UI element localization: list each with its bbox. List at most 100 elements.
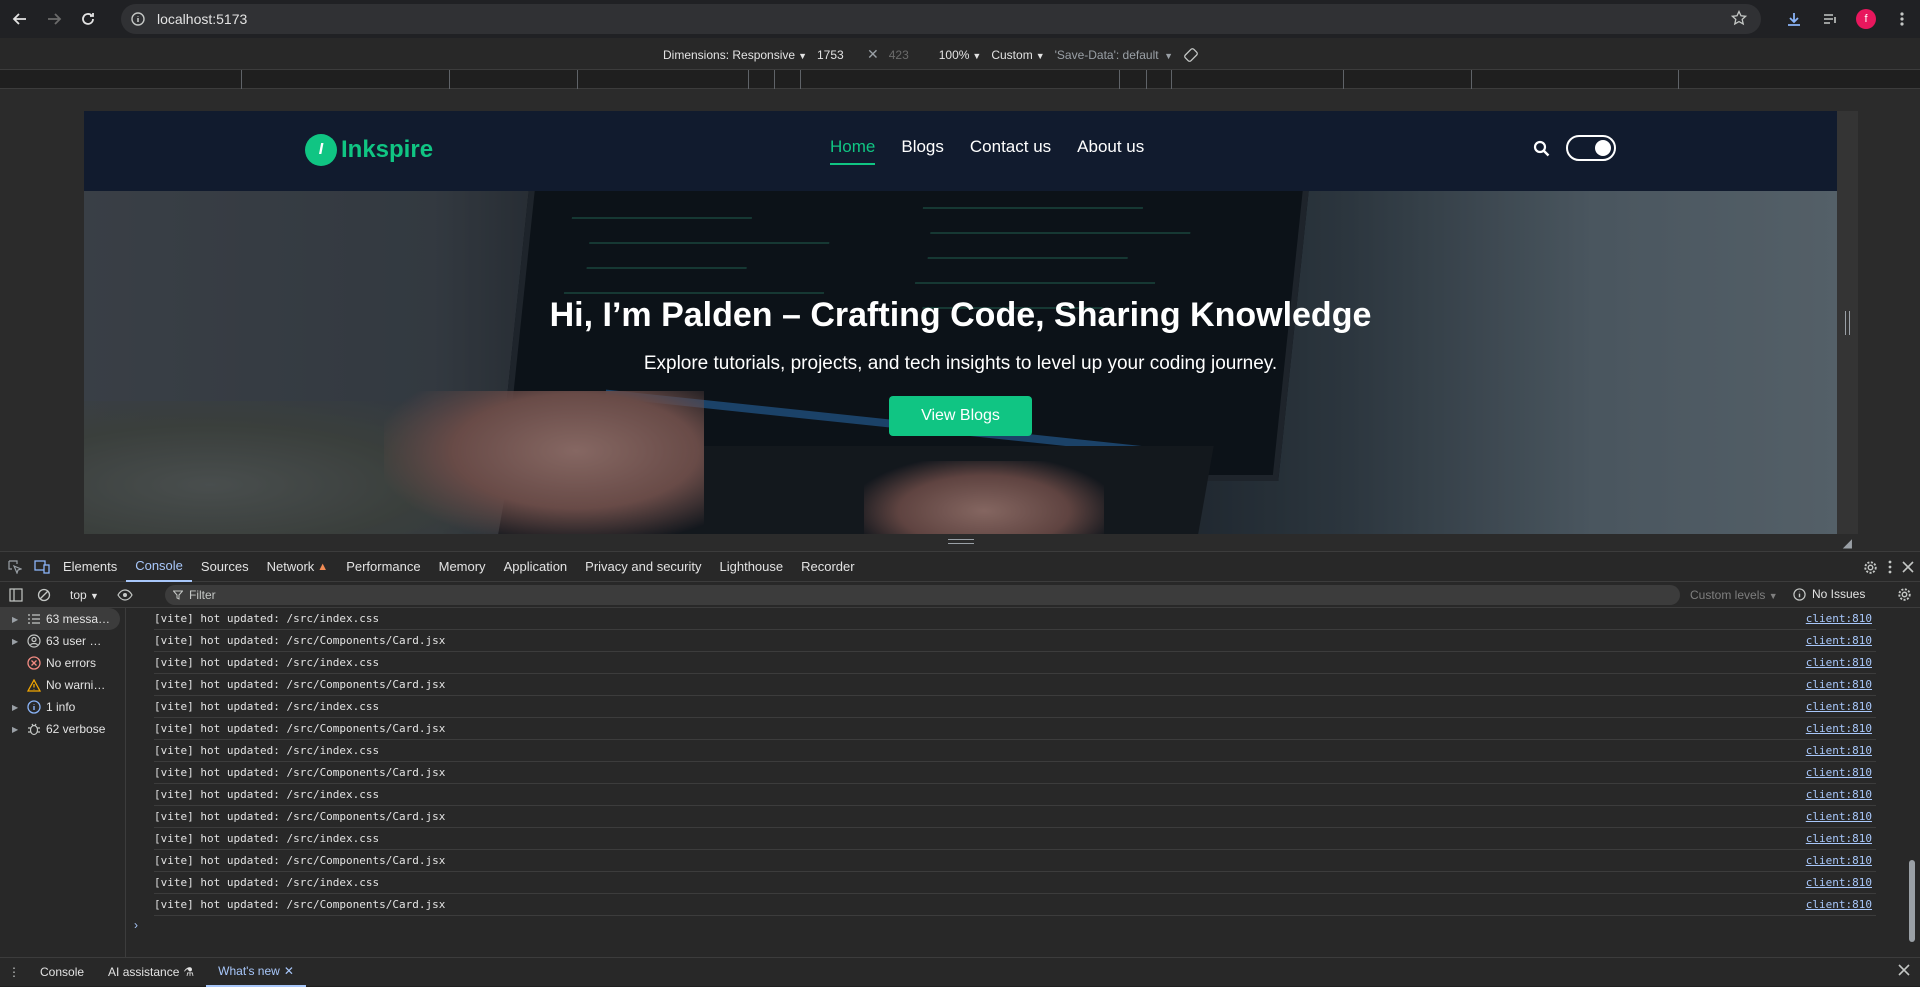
save-data-select[interactable]: 'Save-Data': default ▼ <box>1055 48 1173 62</box>
log-levels-select[interactable]: Custom levels ▼ <box>1690 588 1778 602</box>
drawer-tab-console[interactable]: Console <box>28 958 96 987</box>
dimensions-select[interactable]: Dimensions: Responsive ▼ <box>663 48 807 62</box>
log-source-link[interactable]: client:810 <box>1806 612 1872 625</box>
profile-avatar[interactable]: f <box>1848 0 1884 38</box>
more-options-icon[interactable] <box>1888 560 1892 574</box>
nav-home[interactable]: Home <box>830 137 876 165</box>
tab-elements[interactable]: Elements <box>54 552 126 582</box>
back-icon[interactable] <box>6 5 34 33</box>
view-blogs-button[interactable]: View Blogs <box>889 396 1032 436</box>
nav-blogs[interactable]: Blogs <box>901 137 944 165</box>
log-source-link[interactable]: client:810 <box>1806 722 1872 735</box>
height-input[interactable]: 423 <box>889 48 929 62</box>
site-header: I Inkspire Home Blogs Contact us About u… <box>84 111 1837 191</box>
log-source-link[interactable]: client:810 <box>1806 744 1872 757</box>
resize-corner-icon[interactable]: ◢ <box>1843 536 1852 550</box>
log-source-link[interactable]: client:810 <box>1806 832 1872 845</box>
context-select[interactable]: top ▼ <box>70 588 99 602</box>
throttle-select[interactable]: Custom ▼ <box>991 48 1044 62</box>
log-source-link[interactable]: client:810 <box>1806 656 1872 669</box>
logo-mark: I <box>305 134 337 166</box>
console-filter-input[interactable]: Filter <box>165 585 1680 605</box>
log-source-link[interactable]: client:810 <box>1806 634 1872 647</box>
console-settings-icon[interactable] <box>1897 587 1912 602</box>
expand-arrow-icon[interactable]: ▶ <box>12 725 22 734</box>
close-tab-icon[interactable]: ✕ <box>284 964 294 978</box>
hero-title: Hi, I’m Palden – Crafting Code, Sharing … <box>549 296 1372 334</box>
media-queue-icon[interactable] <box>1812 0 1848 38</box>
tab-application[interactable]: Application <box>495 552 577 582</box>
nav-contact[interactable]: Contact us <box>970 137 1051 165</box>
more-menu-icon[interactable] <box>1884 0 1920 38</box>
tab-sources[interactable]: Sources <box>192 552 258 582</box>
media-query-bar[interactable] <box>0 70 1920 89</box>
nav-about[interactable]: About us <box>1077 137 1144 165</box>
user-icon <box>27 634 41 648</box>
drawer-tab-ai-assistance[interactable]: AI assistance ⚗ <box>96 958 206 987</box>
chevron-down-icon: ▼ <box>972 50 982 61</box>
sidebar-item-errors[interactable]: No errors <box>0 652 125 674</box>
console-scrollbar[interactable] <box>1905 608 1920 957</box>
log-message: [vite] hot updated: /src/index.css <box>154 700 380 713</box>
log-source-link[interactable]: client:810 <box>1806 854 1872 867</box>
log-source-link[interactable]: client:810 <box>1806 898 1872 911</box>
tab-network[interactable]: Network ▲ <box>258 552 338 582</box>
tab-lighthouse[interactable]: Lighthouse <box>711 552 793 582</box>
log-source-link[interactable]: client:810 <box>1806 700 1872 713</box>
expand-arrow-icon[interactable]: ▶ <box>12 703 22 712</box>
log-source-link[interactable]: client:810 <box>1806 876 1872 889</box>
resize-handle-right[interactable] <box>1837 111 1858 534</box>
log-source-link[interactable]: client:810 <box>1806 810 1872 823</box>
zoom-select[interactable]: 100% ▼ <box>939 48 982 62</box>
close-drawer-icon[interactable] <box>1898 964 1910 976</box>
tab-recorder[interactable]: Recorder <box>792 552 863 582</box>
drawer-tab-whats-new[interactable]: What's new ✕ <box>206 958 306 987</box>
sidebar-item-verbose[interactable]: ▶ 62 verbose <box>0 718 125 740</box>
inspect-element-icon[interactable] <box>3 559 27 574</box>
issues-button[interactable]: No Issues <box>1793 587 1865 601</box>
expand-arrow-icon[interactable]: ▶ <box>12 615 22 624</box>
sidebar-item-messages[interactable]: ▶ 63 messa… <box>0 608 120 630</box>
sidebar-item-warnings[interactable]: No warni… <box>0 674 125 696</box>
forward-icon[interactable] <box>40 5 68 33</box>
tab-console[interactable]: Console <box>126 552 192 582</box>
width-input[interactable]: 1753 <box>817 48 857 62</box>
tab-memory[interactable]: Memory <box>430 552 495 582</box>
device-toggle-icon[interactable] <box>30 559 54 574</box>
reload-icon[interactable] <box>74 5 102 33</box>
log-entry: [vite] hot updated: /src/index.css client… <box>154 608 1876 630</box>
settings-gear-icon[interactable] <box>1863 560 1878 575</box>
sidebar-item-user-messages[interactable]: ▶ 63 user … <box>0 630 125 652</box>
live-expression-eye-icon[interactable] <box>113 588 137 601</box>
log-source-link[interactable]: client:810 <box>1806 766 1872 779</box>
devtools-tabbar: Elements Console Sources Network ▲ Perfor… <box>0 552 1920 582</box>
sidebar-item-info[interactable]: ▶ 1 info <box>0 696 125 718</box>
close-devtools-icon[interactable] <box>1902 561 1914 573</box>
bookmark-star-icon[interactable] <box>1731 10 1747 26</box>
clear-console-icon[interactable] <box>32 588 56 602</box>
resize-handle-bottom[interactable]: ◢ <box>84 534 1858 551</box>
theme-toggle[interactable] <box>1566 135 1616 161</box>
search-icon[interactable] <box>1533 140 1550 157</box>
tab-performance[interactable]: Performance <box>337 552 429 582</box>
expand-arrow-icon[interactable]: ▶ <box>12 637 22 646</box>
download-icon[interactable] <box>1776 0 1812 38</box>
drawer-menu-icon[interactable]: ⋮ <box>0 965 28 979</box>
sidebar-toggle-icon[interactable] <box>4 587 28 602</box>
log-message: [vite] hot updated: /src/Components/Card… <box>154 634 446 647</box>
rotate-icon[interactable] <box>1183 47 1199 63</box>
log-entry: [vite] hot updated: /src/Components/Card… <box>154 674 1876 696</box>
address-bar[interactable]: localhost:5173 <box>121 4 1761 34</box>
info-circle-icon <box>1793 587 1806 601</box>
issues-label: No Issues <box>1812 587 1866 601</box>
site-info-icon[interactable] <box>131 12 145 26</box>
log-source-link[interactable]: client:810 <box>1806 678 1872 691</box>
console-prompt-chevron-icon[interactable]: › <box>134 918 138 932</box>
log-source-link[interactable]: client:810 <box>1806 788 1872 801</box>
close-icon[interactable]: ✕ <box>867 46 879 63</box>
bug-icon <box>27 722 41 736</box>
filter-funnel-icon <box>173 590 183 600</box>
log-entry: [vite] hot updated: /src/Components/Card… <box>154 630 1876 652</box>
tab-privacy[interactable]: Privacy and security <box>576 552 710 582</box>
site-logo[interactable]: I Inkspire <box>305 134 433 166</box>
